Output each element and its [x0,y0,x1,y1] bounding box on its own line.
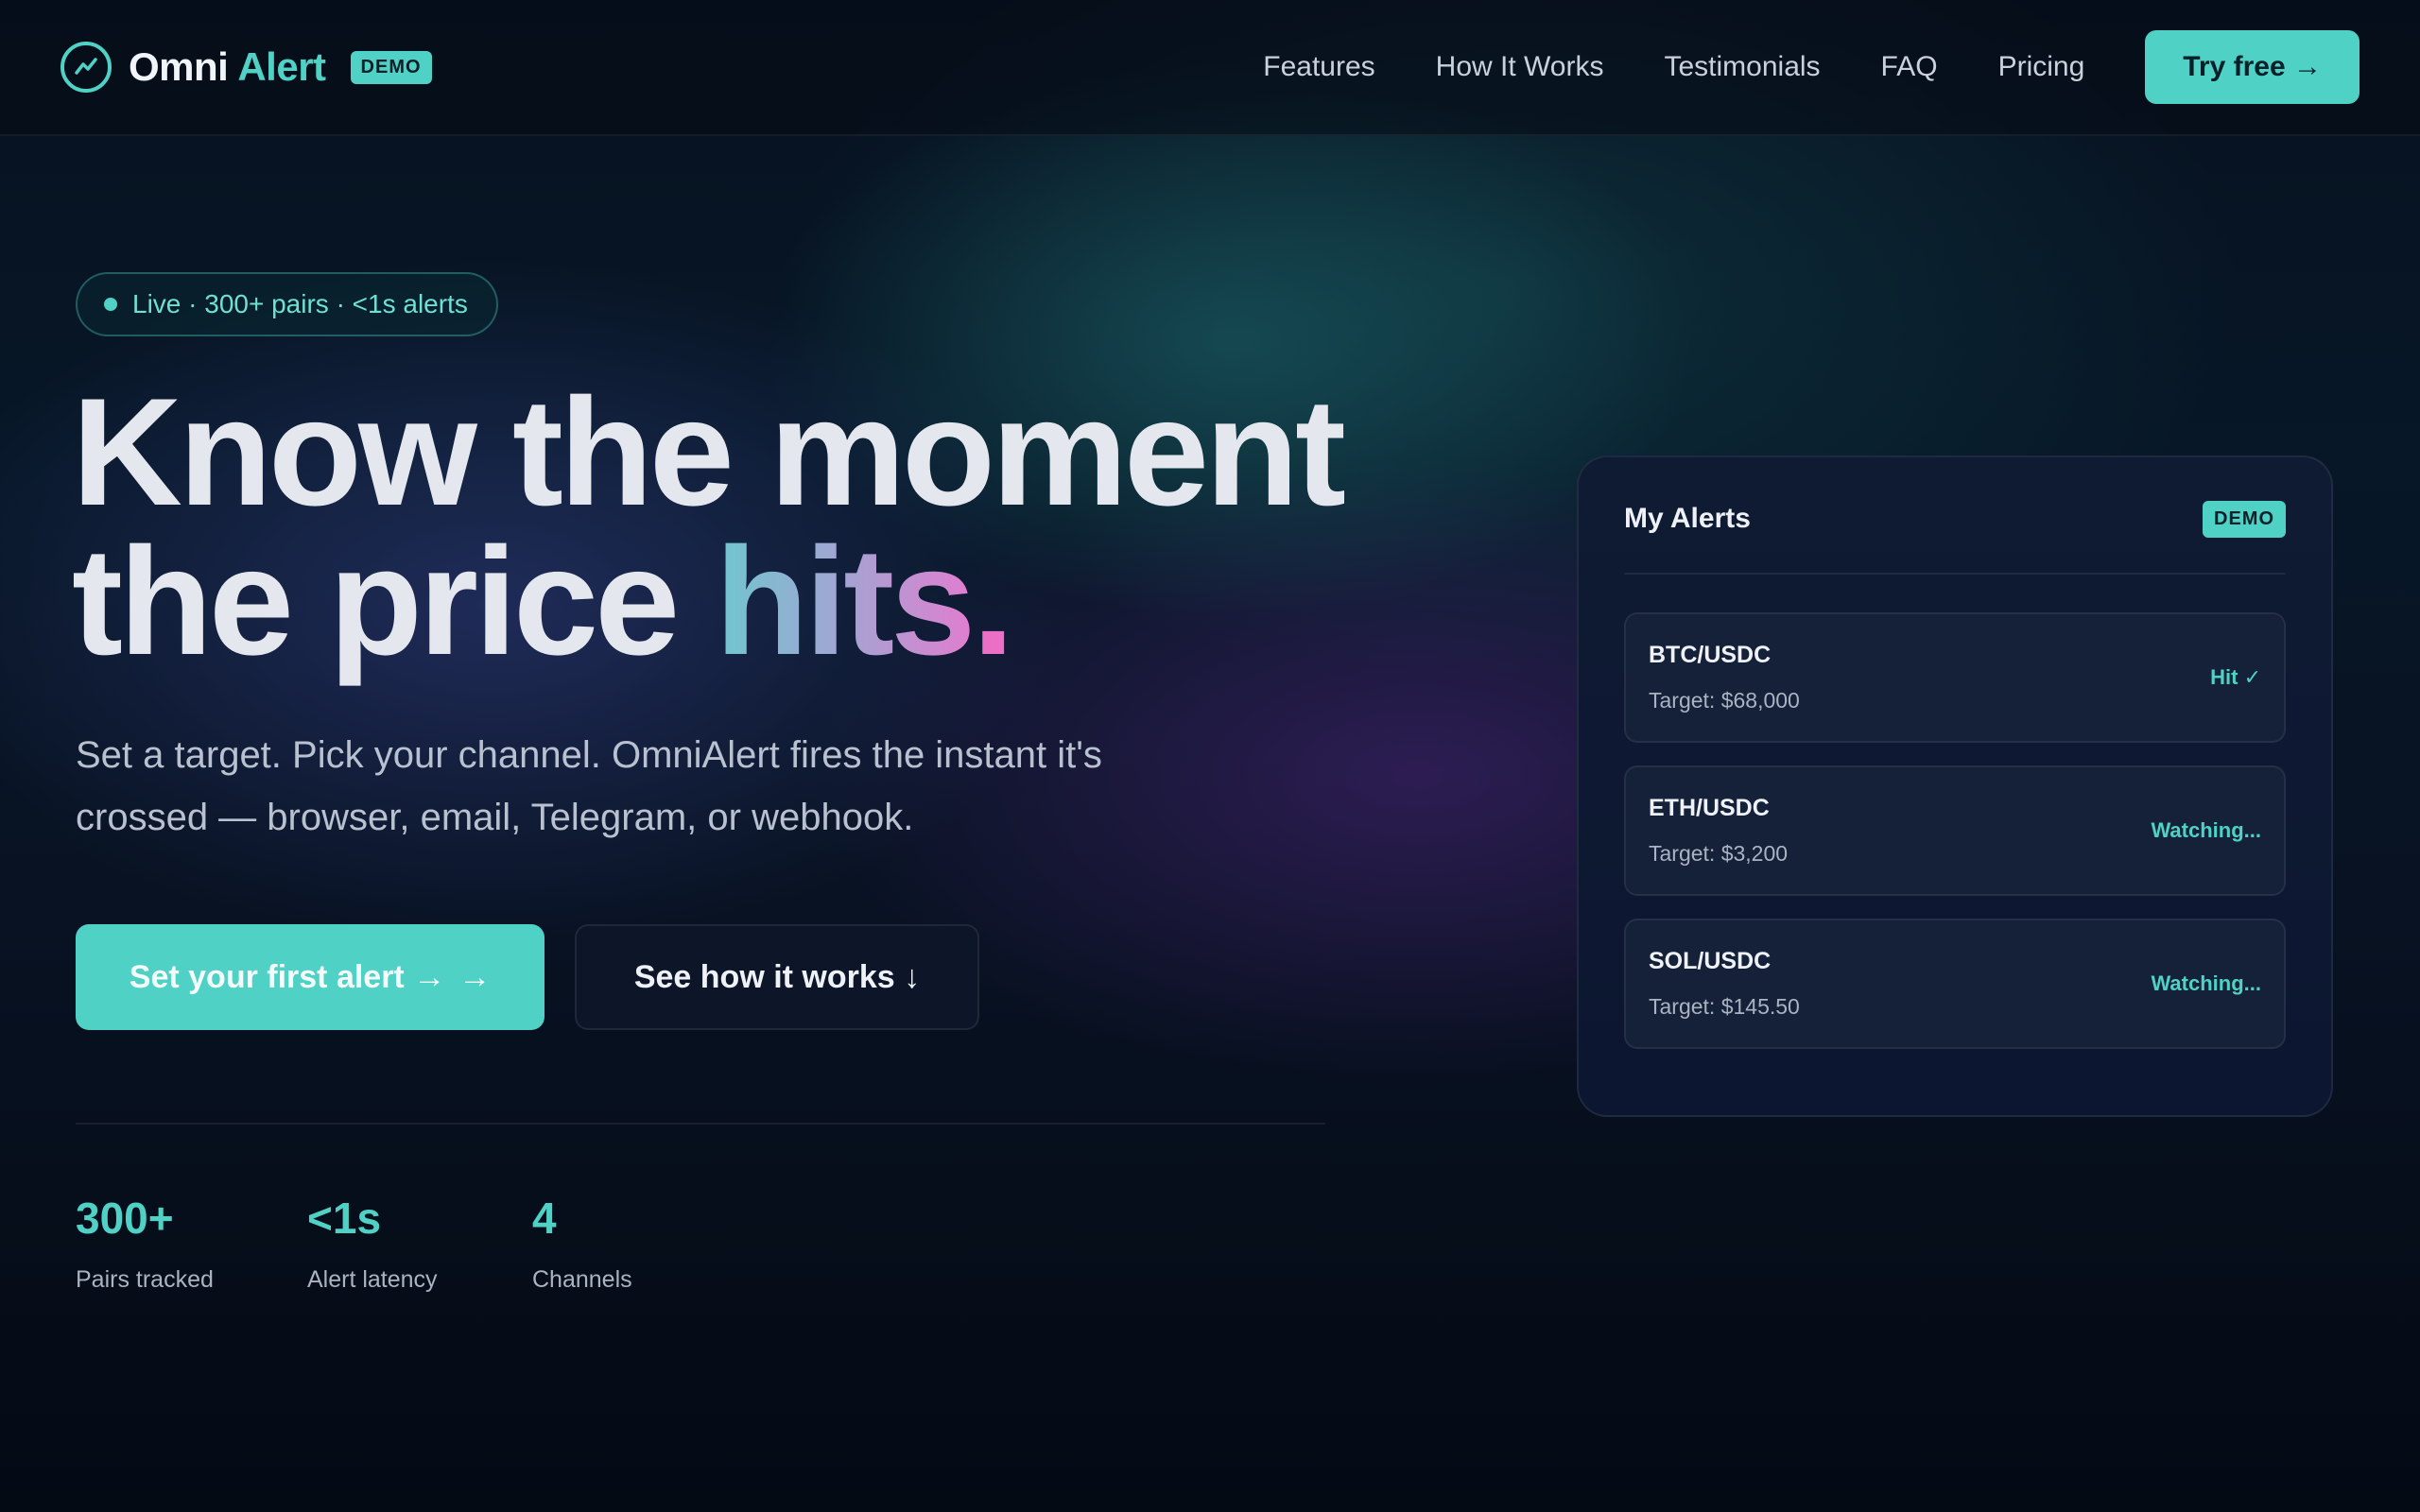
card-demo-badge: DEMO [2203,500,2286,538]
alert-row-eth[interactable]: ETH/USDC Target: $3,200 Watching... [1624,765,2286,896]
stat-channels: 4 Channels [532,1194,632,1293]
hero-subtitle: Set a target. Pick your channel. OmniAle… [76,734,1102,838]
alert-row-sol[interactable]: SOL/USDC Target: $145.50 Watching... [1624,919,2286,1049]
nav-link-faq[interactable]: FAQ [1881,51,1938,83]
nav-link-testimonials[interactable]: Testimonials [1664,51,1820,83]
alert-status: Watching... [2151,971,2261,995]
alert-status: Watching... [2151,818,2261,842]
stat-pairs: 300+ Pairs tracked [76,1194,214,1293]
nav-links: Features How It Works Testimonials FAQ P… [1263,51,2084,83]
brand-name: Omni Alert [129,44,326,89]
live-status-text: Live · 300+ pairs · <1s alerts [132,289,468,318]
card-title: My Alerts [1624,503,1751,534]
alert-target: Target: $68,000 [1649,688,1800,713]
alert-pair: ETH/USDC [1649,795,1770,821]
alert-target: Target: $145.50 [1649,994,1800,1019]
stat-latency: <1s Alert latency [307,1194,438,1293]
my-alerts-card: My Alerts DEMO BTC/USDC Target: $68,000 … [1577,455,2333,1117]
brand[interactable]: Omni Alert DEMO [60,42,432,93]
hero-headline: Know the moment the price hits. [72,367,1346,687]
alert-row-btc[interactable]: BTC/USDC Target: $68,000 Hit ✓ [1624,612,2286,743]
alert-pair: BTC/USDC [1649,642,1772,668]
live-dot-icon [104,298,117,311]
alert-target: Target: $3,200 [1649,841,1789,866]
trend-line-icon [60,42,112,93]
headline-highlight: hits [715,516,976,687]
alert-pair: SOL/USDC [1649,948,1772,974]
alert-status: Hit ✓ [2210,665,2261,689]
top-nav: Omni Alert DEMO Features How It Works Tes… [0,0,2420,136]
set-first-alert-button[interactable]: Set your first alert → → [76,924,544,1030]
nav-link-features[interactable]: Features [1263,51,1374,83]
live-status-pill: Live · 300+ pairs · <1s alerts [76,272,498,336]
nav-link-pricing[interactable]: Pricing [1998,51,2085,83]
nav-link-how-it-works[interactable]: How It Works [1436,51,1604,83]
see-how-it-works-button[interactable]: See how it works ↓ [575,924,979,1030]
try-free-button[interactable]: Try free → [2145,30,2360,104]
arrow-right-icon: → [458,958,492,995]
demo-badge: DEMO [350,50,432,84]
card-header: My Alerts DEMO [1624,457,2286,575]
stats-divider [76,1123,1325,1125]
